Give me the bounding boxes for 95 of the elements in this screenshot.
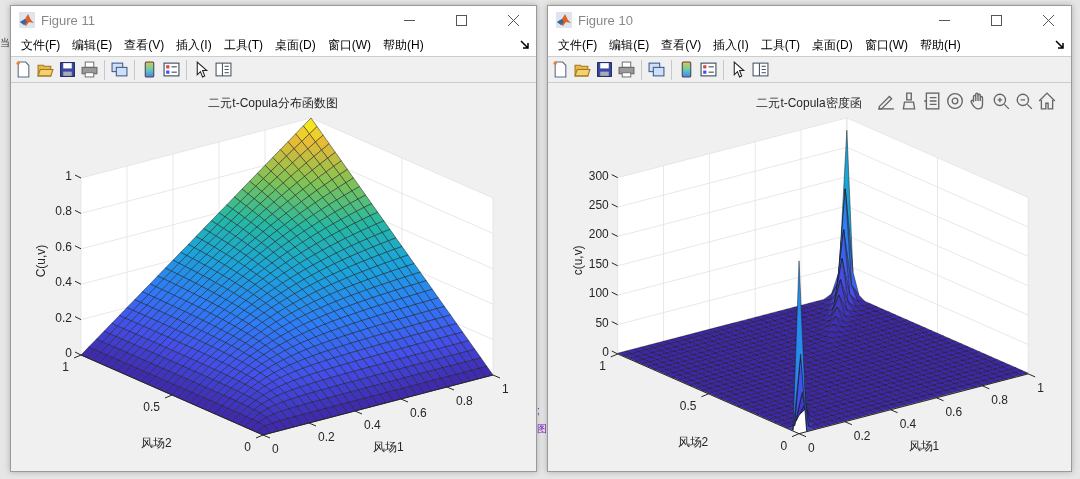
tick-label: 0 — [808, 440, 815, 455]
tick-label: 0.8 — [991, 392, 1008, 407]
tick-label: 0.2 — [853, 428, 871, 443]
tick-label: 0.8 — [55, 204, 72, 219]
toolbar-button[interactable] — [751, 60, 770, 79]
matlab-logo-icon — [556, 12, 572, 28]
menu-item[interactable]: 编辑(E) — [603, 34, 656, 56]
tick-label: 150 — [588, 256, 609, 271]
menu-item[interactable]: 工具(T) — [754, 34, 806, 56]
tick-label: 0.2 — [55, 310, 72, 325]
window-title: Figure 10 — [578, 12, 634, 28]
background-text: 当 — [0, 37, 10, 49]
tick-label: 1 — [62, 360, 69, 374]
legend-icon — [163, 61, 180, 78]
background-text: 图 — [537, 423, 547, 435]
axis-label: C(u,v) — [34, 244, 48, 278]
printer-icon — [618, 61, 635, 78]
menu-item[interactable]: 插入(I) — [707, 34, 755, 56]
linked-windows-icon — [111, 61, 128, 78]
tick-label: 0 — [602, 344, 609, 359]
tick-label: 0.5 — [143, 400, 160, 414]
axis-label: 风场2 — [141, 436, 172, 450]
tick-label: 1 — [599, 358, 606, 373]
menu-item[interactable]: 编辑(E) — [66, 34, 119, 56]
window-title: Figure 11 — [41, 12, 96, 28]
save-icon — [59, 61, 76, 78]
close-icon — [1042, 14, 1054, 26]
brush-icon — [900, 92, 918, 110]
menu-item[interactable]: 查看(V) — [118, 34, 171, 56]
legend-icon — [700, 61, 717, 78]
axes-tool-button[interactable] — [991, 91, 1011, 111]
menu-item[interactable]: 桌面(D) — [269, 34, 322, 56]
new-file-icon — [15, 61, 32, 78]
tick-label: 0.6 — [55, 239, 72, 254]
close-icon — [507, 14, 519, 26]
tick-label: 0.4 — [899, 416, 917, 431]
menu-item[interactable]: 插入(I) — [170, 34, 218, 56]
property-panel-icon — [215, 61, 232, 78]
toolbar-button[interactable] — [595, 60, 614, 79]
tick-label: 50 — [595, 315, 609, 330]
menu-item[interactable]: 查看(V) — [655, 34, 708, 56]
menu-item[interactable]: 桌面(D) — [806, 34, 859, 56]
menu-item[interactable]: 窗口(W) — [321, 34, 377, 56]
menu-item[interactable]: 帮助(H) — [914, 34, 967, 56]
tick-label: 0 — [780, 438, 788, 453]
tick-label: 0.2 — [318, 430, 335, 444]
axis-label: 风场2 — [677, 434, 709, 449]
axes-tool-button[interactable] — [922, 91, 942, 111]
rotate-icon — [946, 92, 964, 110]
tick-label: 0 — [65, 346, 72, 360]
menu-item[interactable]: 窗口(W) — [858, 34, 914, 56]
save-icon — [596, 61, 613, 78]
tick-label: 0.4 — [55, 275, 72, 290]
tick-label: 0 — [244, 440, 251, 454]
tick-label: 100 — [588, 286, 609, 301]
axis-label: 风场1 — [908, 438, 940, 453]
menu-item[interactable]: 帮助(H) — [377, 34, 430, 56]
tick-label: 0.8 — [456, 394, 473, 408]
menu-item[interactable]: 工具(T) — [217, 34, 269, 56]
tick-label: 1 — [1037, 380, 1044, 395]
toolbar-button[interactable] — [214, 60, 233, 79]
property-panel-icon — [752, 61, 769, 78]
axis-label: 风场1 — [373, 440, 404, 454]
maximize-icon — [990, 14, 1002, 26]
linked-windows-icon — [648, 61, 665, 78]
maximize-icon — [455, 14, 467, 26]
axes-tool-button[interactable] — [945, 91, 965, 111]
printer-icon — [81, 61, 98, 78]
plot-title: 二元t-Copula密度函 — [756, 95, 862, 110]
tick-label: 0.6 — [945, 404, 963, 419]
dock-arrow-icon[interactable] — [1055, 40, 1065, 50]
matlab-logo-icon — [19, 12, 35, 28]
tick-label: 250 — [588, 198, 609, 212]
tick-label: 200 — [588, 227, 609, 242]
background-text: ; — [537, 405, 540, 417]
plot-title: 二元t-Copula分布函数图 — [208, 96, 338, 110]
axes-tool-button[interactable] — [1014, 91, 1034, 111]
tick-label: 0 — [272, 442, 279, 456]
tick-label: 0.5 — [679, 398, 697, 413]
tick-label: 300 — [588, 168, 609, 183]
zoom-in-icon — [992, 92, 1010, 110]
axes-tool-button[interactable] — [1037, 91, 1057, 111]
toolbar-button[interactable] — [58, 60, 77, 79]
zoom-out-icon — [1015, 92, 1033, 110]
tick-label: 1 — [502, 382, 509, 396]
menu-item[interactable]: 文件(F) — [15, 34, 67, 56]
tick-label: 0.4 — [364, 418, 381, 432]
new-file-icon — [552, 61, 569, 78]
home-icon — [1038, 92, 1056, 110]
axis-label: c(u,v) — [570, 245, 585, 276]
menu-item[interactable]: 文件(F) — [552, 34, 604, 56]
data-tip-icon — [923, 92, 941, 110]
tick-label: 1 — [65, 169, 72, 183]
dock-arrow-icon[interactable] — [520, 40, 530, 50]
tick-label: 0.6 — [410, 406, 427, 420]
